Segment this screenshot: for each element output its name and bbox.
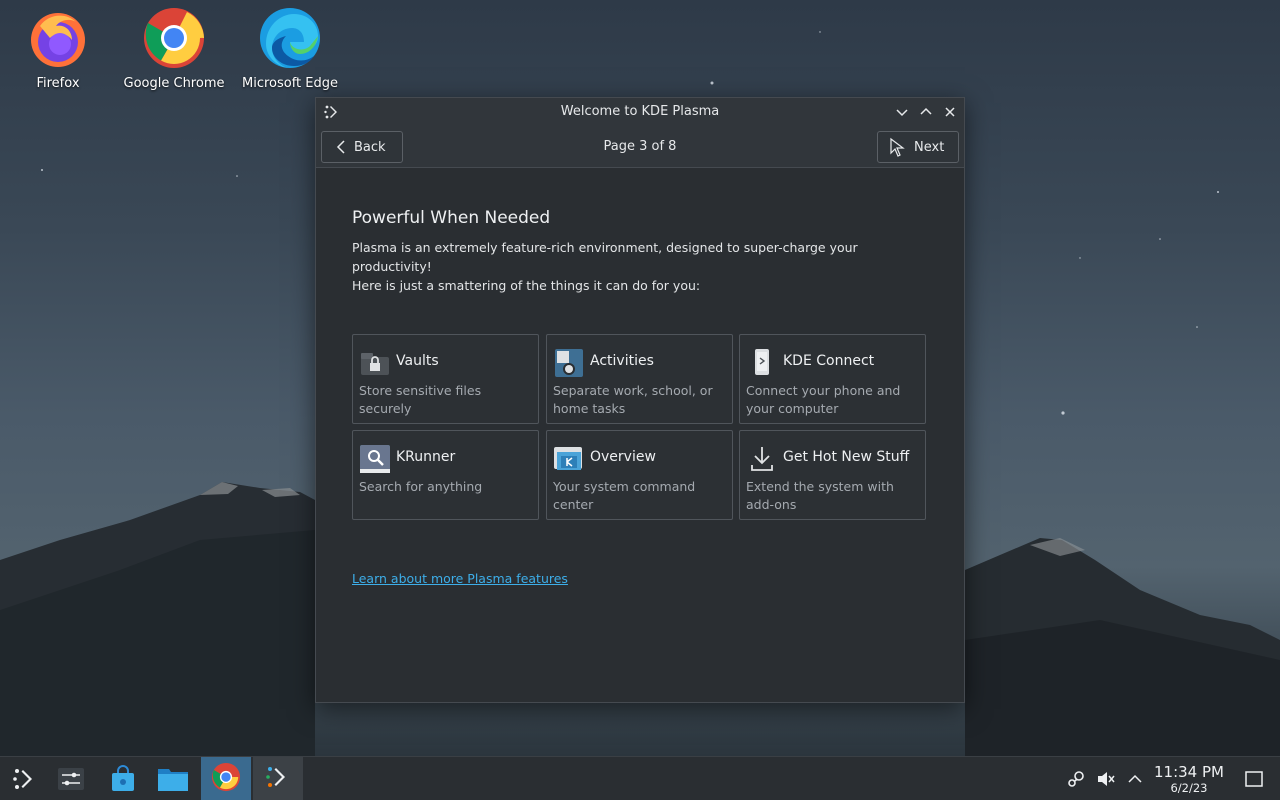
minimize-icon[interactable] xyxy=(893,103,911,121)
download-icon xyxy=(746,443,778,475)
feature-card-title: KRunner xyxy=(396,449,456,465)
next-button-label: Next xyxy=(914,139,945,155)
window-titlebar[interactable]: Welcome to KDE Plasma xyxy=(316,98,964,126)
welcome-window: Welcome to KDE Plasma Back Page 3 of 8 N… xyxy=(315,97,965,703)
edge-icon xyxy=(258,6,322,70)
vault-icon xyxy=(359,347,391,379)
desktop-icon-label: Firefox xyxy=(36,76,80,91)
desktop-icon-label: Microsoft Edge xyxy=(241,76,338,91)
feature-card-description: Extend the system with add-ons xyxy=(746,479,894,512)
discover-icon[interactable] xyxy=(98,757,148,800)
page-description-line2: Here is just a smattering of the things … xyxy=(352,278,701,293)
desktop-icon-edge[interactable]: Microsoft Edge xyxy=(235,6,345,91)
files-icon[interactable] xyxy=(148,757,198,800)
feature-card-description: Store sensitive files securely xyxy=(359,383,482,416)
feature-card-description: Search for anything xyxy=(359,479,483,494)
desktop-icon-firefox[interactable]: Firefox xyxy=(3,6,113,91)
feature-card-get-hot-new-stuff[interactable]: Get Hot New Stuff Extend the system with… xyxy=(739,430,926,520)
feature-card-vaults[interactable]: Vaults Store sensitive files securely xyxy=(352,334,539,424)
window-title: Welcome to KDE Plasma xyxy=(560,104,720,119)
desktop-icon-label: Google Chrome xyxy=(123,76,225,91)
feature-card-title: KDE Connect xyxy=(783,353,875,369)
navigation-toolbar: Back Page 3 of 8 Next xyxy=(316,126,964,168)
clock-date: 6/2/23 xyxy=(1170,781,1208,795)
clock-time: 11:34 PM xyxy=(1154,763,1224,781)
feature-card-title: Overview xyxy=(590,449,656,465)
volume-muted-icon[interactable] xyxy=(1096,769,1116,789)
feature-card-description: Separate work, school, or home tasks xyxy=(553,383,713,416)
feature-card-krunner[interactable]: KRunner Search for anything xyxy=(352,430,539,520)
page-indicator: Page 3 of 8 xyxy=(603,139,677,154)
cursor-pointer-icon xyxy=(890,137,905,157)
show-desktop-icon[interactable] xyxy=(1244,769,1264,789)
next-button[interactable]: Next xyxy=(877,131,959,163)
feature-card-title: Vaults xyxy=(396,353,439,369)
taskbar-welcome-button[interactable] xyxy=(253,757,303,800)
settings-icon[interactable] xyxy=(46,757,96,800)
feature-card-title: Activities xyxy=(590,353,654,369)
feature-card-kde-connect[interactable]: KDE Connect Connect your phone and your … xyxy=(739,334,926,424)
close-icon[interactable] xyxy=(941,103,959,121)
feature-card-title: Get Hot New Stuff xyxy=(783,449,910,465)
activities-icon xyxy=(553,347,585,379)
feature-card-activities[interactable]: Activities Separate work, school, or hom… xyxy=(546,334,733,424)
app-launcher-icon[interactable] xyxy=(0,757,50,800)
kde-welcome-icon xyxy=(265,764,291,794)
page-title: Powerful When Needed xyxy=(352,208,551,228)
digital-clock[interactable]: 11:34 PM 6/2/23 xyxy=(1150,763,1228,796)
taskbar-chrome-button[interactable] xyxy=(201,757,251,800)
feature-card-overview[interactable]: Overview Your system command center xyxy=(546,430,733,520)
overview-icon xyxy=(553,443,585,475)
more-features-link[interactable]: Learn about more Plasma features xyxy=(352,571,568,586)
kde-connect-icon xyxy=(746,347,778,379)
page-description-line1: Plasma is an extremely feature-rich envi… xyxy=(352,240,858,274)
feature-card-description: Connect your phone and your computer xyxy=(746,383,901,416)
firefox-icon xyxy=(26,6,90,70)
maximize-icon[interactable] xyxy=(917,103,935,121)
taskbar: 11:34 PM 6/2/23 xyxy=(0,756,1280,800)
steam-icon[interactable] xyxy=(1066,769,1086,789)
feature-card-description: Your system command center xyxy=(553,479,696,512)
chrome-icon xyxy=(142,6,206,70)
tray-expand-icon[interactable] xyxy=(1125,769,1145,789)
krunner-icon xyxy=(359,443,391,475)
chrome-icon xyxy=(211,762,241,796)
desktop-icon-chrome[interactable]: Google Chrome xyxy=(119,6,229,91)
page-intro: Powerful When Needed Plasma is an extrem… xyxy=(352,208,932,295)
